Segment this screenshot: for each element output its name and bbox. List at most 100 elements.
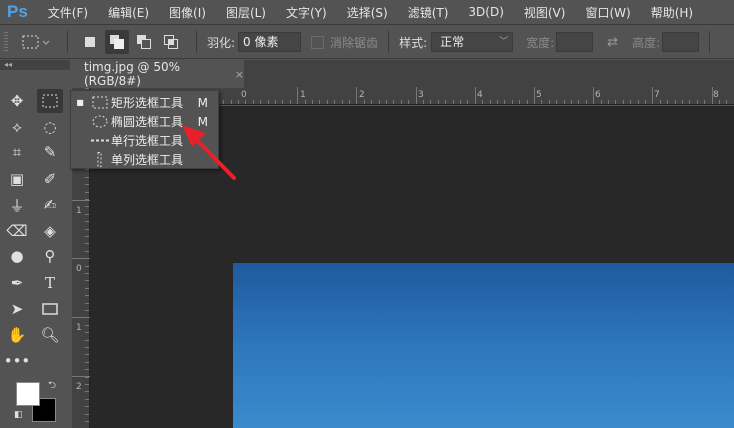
ruler-tick <box>252 100 254 104</box>
single-column-marquee-icon <box>97 152 102 167</box>
flyout-label: 单行选框工具 <box>111 134 184 148</box>
bucket-icon: ◈ <box>44 222 56 240</box>
new-selection-button[interactable] <box>78 30 102 54</box>
blur-tool[interactable]: ● <box>4 244 30 268</box>
swap-colors-icon[interactable]: ⮌ <box>48 378 56 395</box>
height-input[interactable] <box>662 32 700 52</box>
stamp-tool[interactable]: ⏚ <box>4 193 30 217</box>
flyout-item-ellipse-marquee[interactable]: 椭圆选框工具 M <box>71 112 218 131</box>
quick-selection-tool[interactable]: ◌ <box>37 115 63 139</box>
ruler-tick <box>282 100 284 104</box>
flyout-item-rect-marquee[interactable]: ■ 矩形选框工具 M <box>71 93 218 112</box>
ruler-tick <box>238 100 239 104</box>
ruler-tick <box>85 213 89 215</box>
eraser-tool[interactable]: ⌫ <box>4 219 30 243</box>
ruler-tick <box>85 258 89 260</box>
pen-tool[interactable]: ✒ <box>4 271 30 295</box>
bandage-icon: ▣ <box>9 170 25 188</box>
ruler-tick <box>659 100 661 104</box>
ruler-tick <box>548 100 550 104</box>
menu-layer[interactable]: 图层(L) <box>226 4 266 21</box>
eyedropper-tool[interactable]: ✎ <box>37 140 63 164</box>
brush-icon: ✐ <box>43 170 57 188</box>
stamp-icon: ⏚ <box>9 196 25 215</box>
ruler-tick <box>85 184 89 186</box>
single-row-marquee-icon <box>91 139 109 142</box>
feather-input[interactable]: 0 像素 <box>238 32 302 52</box>
menu-edit[interactable]: 编辑(E) <box>108 4 149 21</box>
width-input[interactable] <box>556 32 594 52</box>
rectangle-tool[interactable] <box>37 297 63 321</box>
ruler-tick <box>630 100 632 104</box>
ruler-tick <box>430 100 432 104</box>
type-tool[interactable]: T <box>37 271 63 295</box>
flyout-item-single-row-marquee[interactable]: 单行选框工具 <box>71 131 218 150</box>
menu-image[interactable]: 图像(I) <box>169 4 206 21</box>
default-colors-icon[interactable]: ◧ <box>14 410 23 420</box>
style-select[interactable]: 正常 ﹀ <box>431 32 514 52</box>
ruler-tick <box>85 265 89 267</box>
hand-tool[interactable]: ✋ <box>4 323 30 347</box>
ruler-tick <box>85 369 89 371</box>
style-label: 样式: <box>399 35 428 50</box>
ruler-label: 4 <box>477 90 483 100</box>
flyout-label: 椭圆选框工具 <box>111 115 184 129</box>
ruler-tick <box>85 406 89 408</box>
ruler-tick <box>85 243 89 245</box>
brush-tool[interactable]: ✐ <box>37 167 63 191</box>
document-tab[interactable]: timg.jpg @ 50%(RGB/8#) × <box>72 60 244 88</box>
menu-3d[interactable]: 3D(D) <box>468 5 503 19</box>
menu-help[interactable]: 帮助(H) <box>651 4 693 21</box>
ruler-tick <box>85 347 89 348</box>
swap-icon[interactable]: ⇄ <box>607 35 618 50</box>
intersect-selection-button[interactable] <box>159 30 183 54</box>
menu-bar: Ps 文件(F) 编辑(E) 图像(I) 图层(L) 文字(Y) 选择(S) 滤… <box>0 0 734 25</box>
ruler-tick <box>349 100 350 104</box>
ruler-tick <box>386 100 387 104</box>
ruler-tick <box>85 295 89 297</box>
menu-window[interactable]: 窗口(W) <box>585 4 630 21</box>
ruler-tick <box>223 100 225 104</box>
type-icon: T <box>44 274 55 292</box>
history-brush-tool[interactable]: ✍ <box>37 193 63 217</box>
menu-select[interactable]: 选择(S) <box>347 4 388 21</box>
dodge-tool[interactable]: ⚲ <box>37 244 63 268</box>
toolbox-collapse[interactable]: ◂◂ <box>0 60 70 70</box>
ruler-tick <box>519 100 521 104</box>
ruler-tick <box>674 100 676 104</box>
move-tool[interactable]: ✥ <box>4 89 30 113</box>
document-image <box>233 263 734 428</box>
path-selection-tool[interactable]: ➤ <box>4 297 30 321</box>
ruler-tick <box>85 280 89 282</box>
paint-bucket-tool[interactable]: ◈ <box>37 219 63 243</box>
healing-tool[interactable]: ▣ <box>4 167 30 191</box>
ruler-label: 2 <box>76 382 82 392</box>
close-icon[interactable]: × <box>235 68 244 81</box>
ruler-tick <box>393 100 395 104</box>
ruler-tick <box>85 332 89 334</box>
more-tools[interactable]: ••• <box>4 349 31 373</box>
ruler-label: 1 <box>300 90 306 100</box>
add-to-selection-button[interactable] <box>105 30 129 54</box>
flyout-label: 单列选框工具 <box>111 153 184 167</box>
ruler-tick <box>474 87 476 104</box>
lasso-tool[interactable]: ⟡ <box>4 115 30 139</box>
menu-filter[interactable]: 滤镜(T) <box>408 4 449 21</box>
ruler-tick <box>85 221 89 223</box>
options-bar: 羽化: 0 像素 消除锯齿 样式: 正常 ﹀ 宽度: ⇄ 高度: <box>0 26 734 59</box>
antialias-checkbox[interactable] <box>311 35 325 49</box>
zoom-tool[interactable]: 🔍︎ <box>37 323 63 347</box>
options-grip[interactable] <box>4 32 8 52</box>
ruler-label: 0 <box>76 264 82 274</box>
marquee-tool[interactable] <box>37 89 63 113</box>
menu-view[interactable]: 视图(V) <box>524 4 566 21</box>
tool-preset-picker[interactable] <box>20 30 54 54</box>
foreground-color[interactable] <box>16 382 40 406</box>
ruler-tick <box>696 100 698 104</box>
flyout-item-single-column-marquee[interactable]: 单列选框工具 <box>71 150 218 169</box>
subtract-selection-button[interactable] <box>132 30 156 54</box>
crop-tool[interactable]: ⌗ <box>4 140 30 164</box>
lasso-icon: ⟡ <box>12 118 22 136</box>
menu-type[interactable]: 文字(Y) <box>286 4 327 21</box>
menu-file[interactable]: 文件(F) <box>48 4 88 21</box>
